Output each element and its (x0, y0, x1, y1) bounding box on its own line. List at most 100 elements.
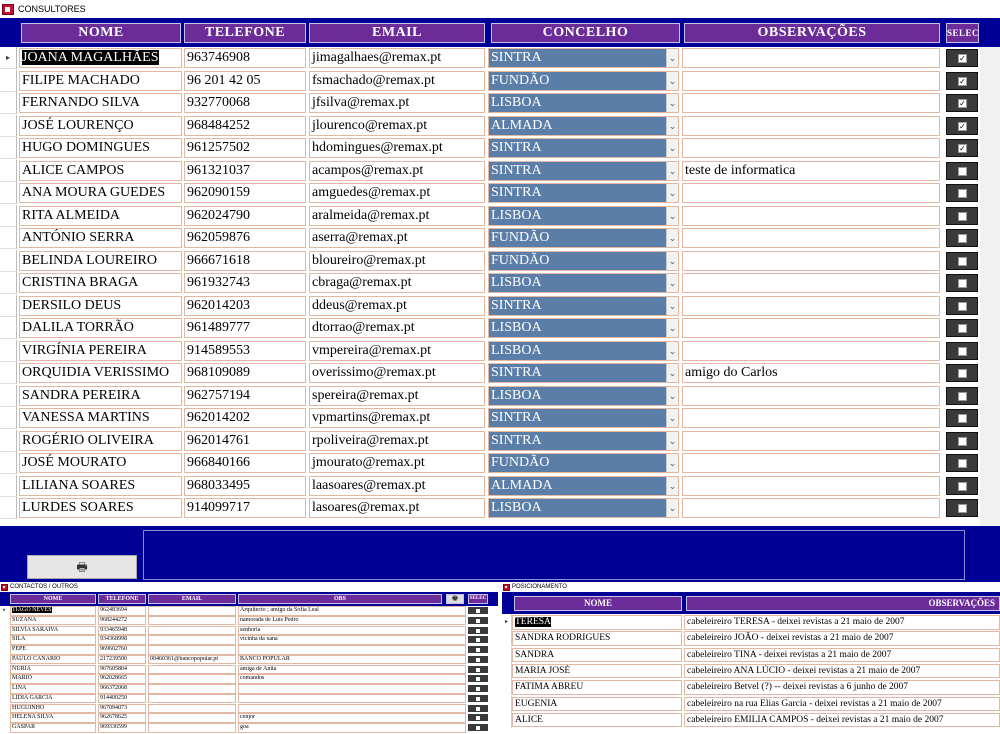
telefone-field[interactable]: 966372068 (98, 684, 146, 694)
checkbox-box[interactable] (958, 324, 967, 333)
chevron-down-icon[interactable]: ⌄ (666, 184, 678, 202)
telefone-field[interactable]: 914589553 (184, 340, 306, 361)
nome-field[interactable]: TERESA (512, 615, 682, 630)
chevron-down-icon[interactable]: ⌄ (666, 364, 678, 382)
selec-checkbox[interactable] (468, 607, 488, 614)
record-selector[interactable] (0, 92, 17, 114)
nome-field[interactable]: LILIANA SOARES (19, 475, 182, 496)
record-selector[interactable] (0, 694, 9, 704)
nome-field[interactable]: LIDIA GARCIA (10, 693, 96, 704)
selec-checkbox[interactable] (468, 636, 488, 644)
checkbox-box[interactable] (958, 436, 967, 446)
concelho-dropdown[interactable]: FUNDÃO ⌄ (488, 453, 679, 473)
telefone-field[interactable]: 962678625 (98, 713, 146, 723)
record-selector[interactable] (0, 159, 17, 182)
nome-field[interactable]: DALILA TORRÃO (19, 318, 182, 338)
header-email[interactable]: EMAIL (148, 594, 236, 604)
record-selector[interactable] (0, 429, 17, 452)
nome-field[interactable]: HUGUINHO (10, 703, 96, 713)
obs-field[interactable]: senhoria (238, 625, 466, 635)
telefone-field[interactable]: 962024790 (184, 205, 306, 226)
nome-field[interactable]: SANDRA RODRIGUES (512, 631, 682, 646)
email-field[interactable] (148, 606, 236, 616)
header-telefone[interactable]: TELEFONE (184, 23, 306, 43)
email-field[interactable] (148, 664, 236, 674)
record-selector[interactable] (502, 711, 512, 728)
checkbox-box[interactable]: ✓ (958, 99, 967, 108)
record-selector[interactable] (0, 665, 9, 675)
nome-field[interactable]: JOSÉ LOURENÇO (19, 115, 182, 136)
checkbox-box[interactable] (476, 609, 480, 613)
record-selector[interactable] (0, 635, 9, 645)
concelho-dropdown[interactable]: SINTRA ⌄ (488, 183, 679, 203)
selec-checkbox[interactable] (468, 646, 488, 653)
checkbox-box[interactable] (476, 648, 480, 652)
obs-field[interactable]: cenjor (238, 713, 466, 723)
email-field[interactable]: amguedes@remax.pt (309, 183, 485, 203)
selec-checkbox[interactable] (468, 626, 488, 634)
nome-field[interactable]: SANDRA (512, 647, 682, 663)
email-field[interactable]: vpmartins@remax.pt (309, 408, 485, 428)
telefone-field[interactable]: 966840166 (184, 453, 306, 473)
email-field[interactable]: spereira@remax.pt (309, 385, 485, 406)
nome-field[interactable]: ANA MOURA GUEDES (19, 183, 182, 203)
obs-field[interactable]: BANCO POPULAR (238, 654, 466, 665)
chevron-down-icon[interactable]: ⌄ (666, 229, 678, 247)
observacoes-field[interactable] (682, 48, 940, 68)
email-field[interactable] (148, 625, 236, 635)
record-selector[interactable] (0, 452, 17, 474)
chevron-down-icon[interactable]: ⌄ (666, 454, 678, 472)
observacoes-field[interactable]: amigo do Carlos (682, 363, 940, 383)
email-field[interactable]: acampos@remax.pt (309, 160, 485, 181)
print-small-button[interactable]: 🖶 (446, 594, 464, 604)
record-selector[interactable] (0, 655, 9, 665)
checkbox-box[interactable] (958, 166, 967, 176)
checkbox-box[interactable] (958, 256, 967, 266)
concelho-dropdown[interactable]: SINTRA ⌄ (488, 408, 679, 428)
header-nome[interactable]: NOME (21, 23, 181, 43)
email-field[interactable]: aserra@remax.pt (309, 228, 485, 248)
telefone-field[interactable]: 969336599 (98, 723, 146, 733)
telefone-field[interactable]: 968484252 (184, 115, 306, 136)
record-selector[interactable] (0, 272, 17, 294)
telefone-field[interactable]: 962014203 (184, 295, 306, 316)
record-selector[interactable]: ▸ (502, 614, 512, 630)
email-field[interactable] (148, 713, 236, 723)
selec-checkbox[interactable]: ✓ (946, 139, 978, 157)
selec-checkbox[interactable] (946, 251, 978, 270)
concelho-dropdown[interactable]: ALMADA ⌄ (488, 475, 679, 496)
telefone-field[interactable]: 967094073 (98, 703, 146, 713)
checkbox-box[interactable] (476, 618, 480, 623)
record-selector[interactable] (0, 704, 9, 714)
telefone-field[interactable]: 966671618 (184, 250, 306, 271)
checkbox-box[interactable] (476, 628, 480, 633)
concelho-dropdown[interactable]: LISBOA ⌄ (488, 498, 679, 518)
header-nome[interactable]: NOME (514, 596, 682, 611)
checkbox-box[interactable] (476, 667, 480, 672)
telefone-field[interactable]: 962483694 (98, 606, 146, 616)
record-selector[interactable] (502, 662, 512, 679)
observacoes-field[interactable]: cabeleireiro na rua Elias Garcia - deixe… (684, 696, 1000, 711)
nome-field[interactable]: SANDRA PEREIRA (19, 385, 182, 406)
record-selector[interactable] (0, 294, 17, 317)
record-selector[interactable] (502, 630, 512, 647)
selec-checkbox[interactable] (946, 431, 978, 450)
checkbox-box[interactable] (958, 346, 967, 356)
email-field[interactable]: jimagalhaes@remax.pt (309, 48, 485, 68)
concelho-dropdown[interactable]: SINTRA ⌄ (488, 295, 679, 316)
observacoes-field[interactable] (682, 93, 940, 113)
header-obs[interactable]: OBS (238, 594, 442, 604)
chevron-down-icon[interactable]: ⌄ (666, 341, 678, 360)
selec-checkbox[interactable] (946, 161, 978, 180)
chevron-down-icon[interactable]: ⌄ (666, 409, 678, 427)
checkbox-box[interactable]: ✓ (958, 76, 967, 86)
telefone-field[interactable]: 914400250 (98, 693, 146, 704)
nome-field[interactable]: DERSILO DEUS (19, 295, 182, 316)
header-selec[interactable]: SELEC (468, 594, 488, 604)
chevron-down-icon[interactable]: ⌄ (666, 499, 678, 517)
header-email[interactable]: EMAIL (309, 23, 485, 43)
concelho-dropdown[interactable]: FUNDÃO ⌄ (488, 228, 679, 248)
obs-field[interactable] (238, 703, 466, 713)
selec-checkbox[interactable] (468, 714, 488, 722)
record-selector[interactable] (0, 407, 17, 429)
